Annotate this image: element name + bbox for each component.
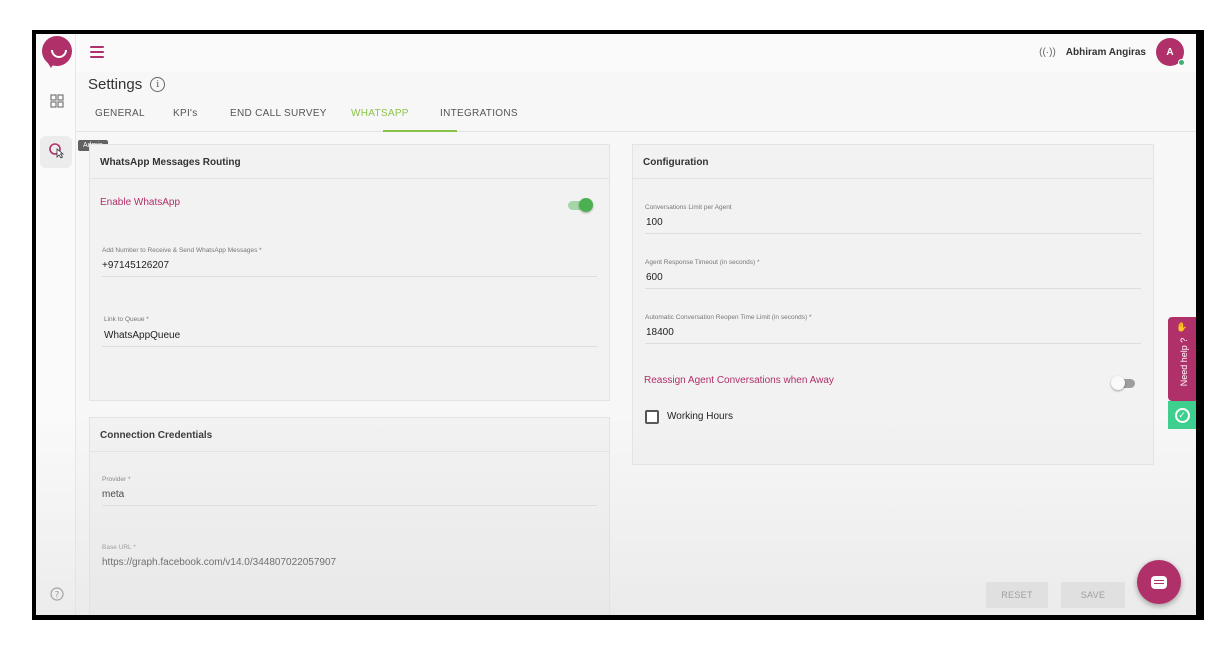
enable-whatsapp-toggle[interactable] bbox=[568, 198, 593, 212]
user-area: ((·)) Abhiram Angiras A bbox=[1039, 38, 1185, 66]
queue-field-underline bbox=[102, 346, 597, 347]
credentials-card-title: Connection Credentials bbox=[90, 418, 609, 452]
routing-card: WhatsApp Messages Routing Enable WhatsAp… bbox=[89, 144, 610, 401]
reset-button[interactable]: RESET bbox=[986, 582, 1048, 608]
queue-field-label: Link to Queue * bbox=[104, 316, 149, 323]
app-window: Admin ? ((·)) Abhiram Angiras A Settings… bbox=[36, 34, 1196, 615]
admin-pointer-icon[interactable] bbox=[48, 142, 66, 160]
timeout-field[interactable]: 600 bbox=[646, 272, 663, 283]
reopen-field-label: Automatic Conversation Reopen Time Limit… bbox=[645, 314, 812, 321]
tab-general[interactable]: GENERAL bbox=[95, 108, 145, 119]
tab-end-call-survey[interactable]: END CALL SURVEY bbox=[230, 108, 327, 119]
active-tab-indicator bbox=[383, 130, 457, 132]
need-help-label: Need help ? bbox=[1179, 337, 1189, 387]
configuration-card-title: Configuration bbox=[633, 145, 1153, 179]
limit-field-underline bbox=[645, 233, 1141, 234]
hamburger-icon[interactable] bbox=[90, 46, 104, 58]
settings-tabs: GENERAL KPI's END CALL SURVEY WHATSAPP I… bbox=[76, 96, 1196, 132]
working-hours-label[interactable]: Working Hours bbox=[667, 411, 733, 422]
screen-frame: Admin ? ((·)) Abhiram Angiras A Settings… bbox=[32, 30, 1204, 620]
reopen-field[interactable]: 18400 bbox=[646, 327, 674, 338]
routing-card-title: WhatsApp Messages Routing bbox=[90, 145, 609, 179]
limit-field[interactable]: 100 bbox=[646, 217, 663, 228]
need-help-tab[interactable]: ✋ Need help ? bbox=[1168, 317, 1196, 401]
info-icon[interactable]: i bbox=[150, 77, 166, 92]
number-field-underline bbox=[102, 276, 597, 277]
provider-field-underline bbox=[102, 505, 597, 506]
reassign-toggle[interactable] bbox=[1111, 376, 1137, 390]
tab-kpis[interactable]: KPI's bbox=[173, 108, 198, 119]
broadcast-icon[interactable]: ((·)) bbox=[1039, 47, 1056, 58]
svg-text:?: ? bbox=[55, 591, 60, 601]
avatar[interactable]: A bbox=[1156, 38, 1185, 66]
reassign-label: Reassign Agent Conversations when Away bbox=[644, 375, 834, 386]
help-circle-icon[interactable]: ? bbox=[48, 587, 66, 605]
working-hours-checkbox[interactable] bbox=[645, 410, 659, 424]
check-circle-icon[interactable]: ✓ bbox=[1168, 401, 1196, 429]
number-field[interactable]: +97145126207 bbox=[102, 260, 169, 271]
chat-icon[interactable] bbox=[1137, 560, 1181, 604]
queue-field[interactable]: WhatsAppQueue bbox=[104, 330, 180, 341]
credentials-card: Connection Credentials Provider * meta B… bbox=[89, 417, 610, 615]
tab-whatsapp[interactable]: WHATSAPP bbox=[351, 108, 409, 119]
enable-whatsapp-label: Enable WhatsApp bbox=[100, 197, 181, 208]
top-bar: ((·)) Abhiram Angiras A bbox=[76, 34, 1196, 72]
avatar-initial: A bbox=[1166, 46, 1174, 58]
reopen-field-underline bbox=[645, 343, 1141, 344]
timeout-field-underline bbox=[645, 288, 1141, 289]
configuration-card: Configuration Conversations Limit per Ag… bbox=[632, 144, 1154, 465]
save-button[interactable]: SAVE bbox=[1061, 582, 1125, 608]
base-url-field[interactable]: https://graph.facebook.com/v14.0/3448070… bbox=[102, 557, 336, 568]
brand-logo-icon[interactable] bbox=[42, 36, 72, 68]
number-field-label: Add Number to Receive & Send WhatsApp Me… bbox=[102, 247, 262, 254]
base-url-field-label: Base URL * bbox=[102, 544, 136, 551]
provider-field-label: Provider * bbox=[102, 476, 131, 483]
user-name[interactable]: Abhiram Angiras bbox=[1066, 47, 1146, 58]
timeout-field-label: Agent Response Timeout (in seconds) * bbox=[645, 259, 760, 266]
sidebar: Admin ? bbox=[36, 34, 108, 615]
page-title: Settings i bbox=[88, 76, 166, 93]
dashboard-grid-icon[interactable] bbox=[48, 94, 66, 112]
tab-integrations[interactable]: INTEGRATIONS bbox=[440, 108, 518, 119]
online-status-dot bbox=[1178, 59, 1185, 66]
provider-field[interactable]: meta bbox=[102, 489, 124, 500]
limit-field-label: Conversations Limit per Agent bbox=[645, 204, 732, 211]
page-title-text: Settings bbox=[88, 76, 143, 93]
